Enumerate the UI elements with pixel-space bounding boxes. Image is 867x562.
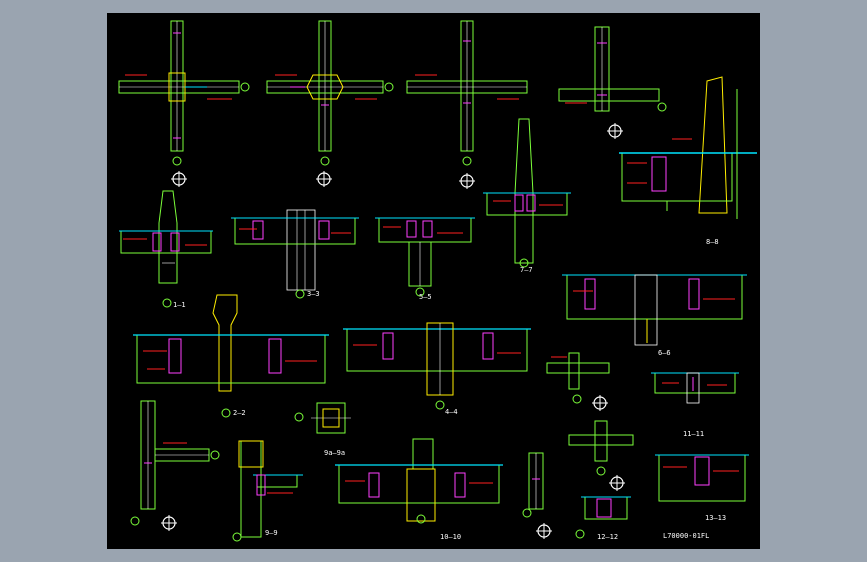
section-9a-9a (294, 402, 351, 434)
section-2-2 (133, 294, 329, 418)
section-label-3-3: 3—3 (307, 290, 320, 298)
section-7-7 (483, 118, 571, 268)
t-joint-4 (558, 26, 667, 140)
small-joint-mid (546, 352, 610, 412)
section-label-12-12: 12—12 (597, 533, 619, 541)
section-label-6-6: 6—6 (658, 349, 671, 357)
section-11-11 (651, 372, 739, 404)
section-1-1 (119, 190, 213, 308)
section-label-13-13: 13—13 (705, 514, 727, 522)
t-joint-lower (522, 420, 634, 540)
cross-joint-3 (406, 20, 528, 190)
section-8-8 (619, 76, 757, 219)
section-6-6 (562, 274, 747, 346)
section-label-8-8: 8—8 (706, 238, 719, 246)
section-label-2-2: 2—2 (233, 409, 246, 417)
title-block-caption: L70000-01FL (663, 532, 710, 540)
section-label-9a-9a: 9a—9a (324, 449, 346, 457)
section-label-5-5: 5—5 (419, 293, 432, 301)
section-10-10 (335, 438, 503, 524)
cad-drawing (118, 20, 757, 542)
section-13-13 (655, 454, 749, 502)
cross-joint-2 (266, 20, 394, 188)
section-3-3 (231, 209, 359, 299)
section-12-12 (575, 496, 631, 539)
section-label-4-4: 4—4 (445, 408, 458, 416)
l-joint-left (130, 400, 220, 532)
cad-drawing-canvas[interactable]: 1—1 2—2 3—3 4—4 5—5 6—6 7—7 8—8 9—9 9a—9… (107, 13, 760, 549)
section-9-9 (232, 440, 303, 542)
section-label-7-7: 7—7 (520, 266, 533, 274)
cross-joint-1 (118, 20, 250, 188)
section-4-4 (343, 322, 531, 410)
section-5-5 (375, 217, 475, 297)
section-label-10-10: 10—10 (440, 533, 462, 541)
section-label-9-9: 9—9 (265, 529, 278, 537)
section-label-11-11: 11—11 (683, 430, 705, 438)
section-label-1-1: 1—1 (173, 301, 186, 309)
